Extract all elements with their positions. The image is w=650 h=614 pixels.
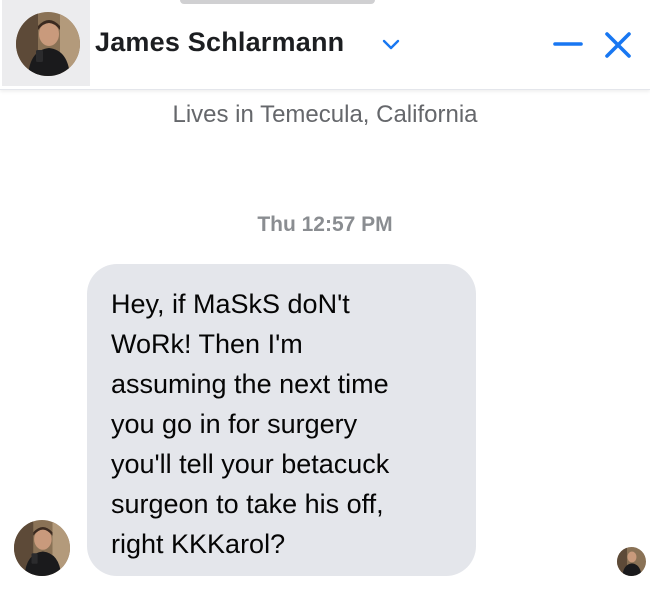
message-text: Hey, if MaSkS doN't WoRk! Then I'm assum…: [111, 289, 390, 559]
close-button[interactable]: [600, 27, 636, 63]
chat-header: James Schlarmann: [0, 0, 650, 90]
seen-indicator-avatar: [617, 547, 646, 576]
header-notch: [180, 0, 375, 4]
profile-location: Lives in Temecula, California: [172, 101, 478, 128]
sender-avatar[interactable]: [14, 520, 70, 576]
contact-name[interactable]: James Schlarmann: [95, 27, 344, 58]
contact-avatar-button[interactable]: [2, 0, 90, 86]
minimize-button[interactable]: [550, 28, 586, 60]
contact-avatar: [16, 12, 80, 76]
message-bubble[interactable]: Hey, if MaSkS doN't WoRk! Then I'm assum…: [87, 264, 476, 576]
minimize-icon: [553, 42, 583, 46]
close-icon: [605, 32, 631, 58]
chevron-down-icon[interactable]: [382, 38, 400, 50]
message-timestamp: Thu 12:57 PM: [257, 213, 393, 236]
